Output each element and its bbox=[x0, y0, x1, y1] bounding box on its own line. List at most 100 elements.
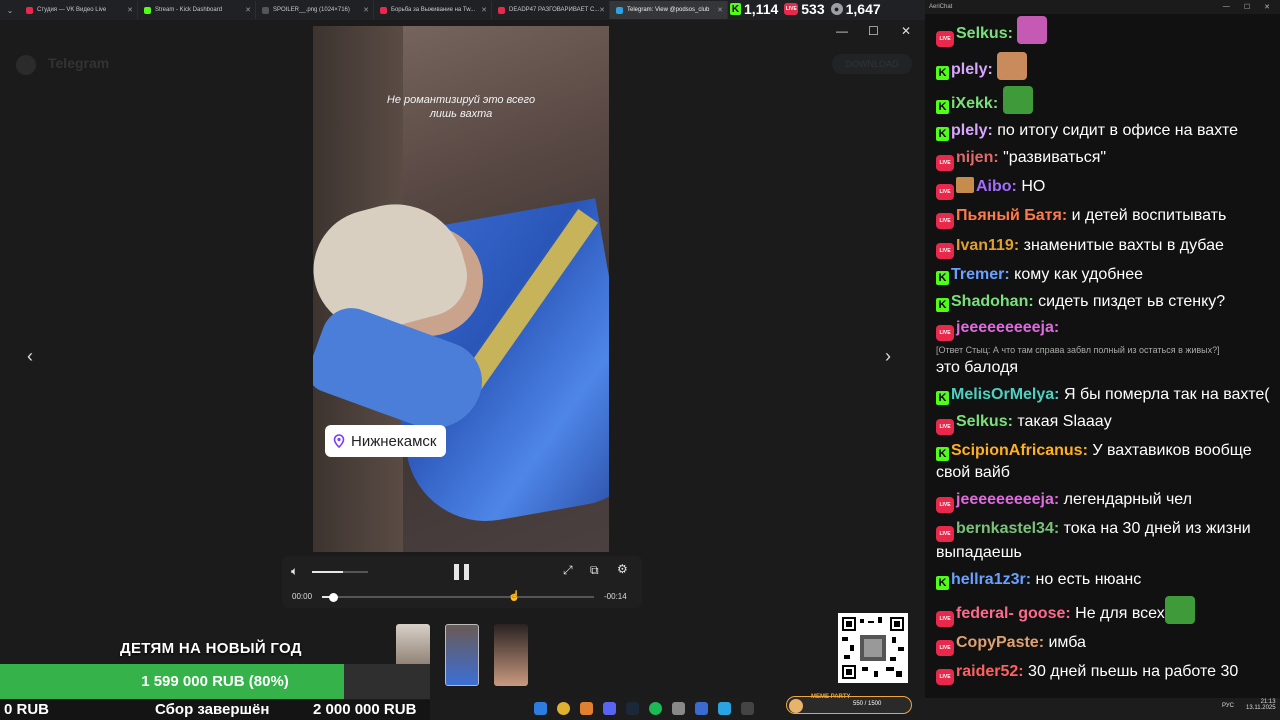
telegram-taskbar-icon[interactable] bbox=[718, 702, 731, 715]
browser-tab[interactable]: Студия — VK Видео Live ✕ bbox=[20, 1, 138, 19]
pause-button[interactable] bbox=[454, 564, 470, 580]
app-icon[interactable] bbox=[741, 702, 754, 715]
chat-username[interactable]: CopyPaste bbox=[956, 634, 1039, 651]
chat-username[interactable]: plely bbox=[951, 122, 987, 139]
browser-tab[interactable]: Борьба за Выживание на Tw... ✕ bbox=[374, 1, 492, 19]
kick-badge-icon: K bbox=[936, 100, 949, 115]
previous-media-arrow-icon[interactable]: ‹ bbox=[27, 346, 33, 367]
kick-viewers: K 1,114 bbox=[730, 1, 778, 17]
tab-title: Борьба за Выживание на Tw... bbox=[391, 7, 476, 13]
chrome-icon[interactable] bbox=[557, 702, 570, 715]
seek-handle[interactable] bbox=[328, 593, 338, 602]
chat-username[interactable]: ScipionAfricanus bbox=[951, 442, 1083, 459]
tab-search-icon[interactable]: ⌄ bbox=[0, 6, 20, 15]
vk-viewer-count: 533 bbox=[801, 1, 825, 17]
app-icon[interactable] bbox=[672, 702, 685, 715]
chat-username[interactable]: bernkastel34 bbox=[956, 520, 1054, 537]
steam-icon[interactable] bbox=[626, 702, 639, 715]
volume-slider[interactable] bbox=[312, 571, 368, 573]
chat-message-text: знаменитые вахты в дубае bbox=[1023, 236, 1224, 254]
chat-emote bbox=[1002, 86, 1033, 115]
location-name: Нижнекамск bbox=[351, 432, 437, 450]
kick-viewer-count: 1,114 bbox=[744, 1, 779, 17]
browser-tab[interactable]: Stream - Kick Dashboard ✕ bbox=[138, 1, 256, 19]
chat-message: K MelisOrMelya: Я бы померла так на вахте… bbox=[936, 384, 1270, 406]
chat-username[interactable]: Ivan119 bbox=[956, 237, 1014, 254]
chat-username[interactable]: raider52 bbox=[956, 663, 1018, 680]
close-icon[interactable]: ✕ bbox=[901, 24, 911, 38]
media-thumbnail[interactable] bbox=[494, 624, 528, 686]
settings-gear-icon[interactable]: ⚙ bbox=[617, 562, 628, 576]
chat-username[interactable]: Aibo bbox=[976, 178, 1012, 195]
tab-favicon-icon bbox=[26, 6, 33, 14]
windows-start-icon[interactable] bbox=[534, 702, 547, 715]
tab-close-icon[interactable]: ✕ bbox=[599, 6, 605, 14]
browser-tab[interactable]: SPOILER__.png (1024×716) ✕ bbox=[256, 1, 374, 19]
chat-emote bbox=[1017, 16, 1048, 44]
volume-icon[interactable]: 🔈︎ bbox=[291, 564, 298, 579]
clock[interactable]: 21:13 13.11.2025 bbox=[1246, 699, 1276, 711]
next-media-arrow-icon[interactable]: › bbox=[885, 346, 891, 367]
tab-favicon-icon bbox=[380, 6, 387, 14]
kick-icon: K bbox=[730, 3, 741, 15]
chat-username[interactable]: Пьяный Батя bbox=[956, 207, 1062, 224]
chat-username[interactable]: Tremer bbox=[951, 266, 1004, 283]
chat-username[interactable]: iXekk bbox=[951, 95, 993, 112]
meme-party-widget: MEME PARTY 550 / 1500 bbox=[786, 694, 912, 714]
language-indicator[interactable]: РУС bbox=[1222, 703, 1234, 709]
vk-live-badge-icon: LIVE bbox=[936, 31, 954, 47]
discord-icon[interactable] bbox=[603, 702, 616, 715]
chat-message: LIVE Selkus: bbox=[936, 16, 1270, 47]
tab-title: DEADP47 РАЗГОВАРИВАЕТ С... bbox=[509, 7, 600, 13]
chat-message-text: это балодя bbox=[936, 359, 1019, 377]
chat-username[interactable]: MelisOrMelya bbox=[951, 386, 1054, 403]
tab-close-icon[interactable]: ✕ bbox=[127, 6, 133, 14]
video-frame[interactable]: Не романтизируй это всего лишь вахта Ниж… bbox=[313, 26, 609, 552]
browser-tab[interactable]: Telegram: View @podsos_club ✕ bbox=[610, 1, 728, 19]
tab-close-icon[interactable]: ✕ bbox=[363, 6, 369, 14]
minimize-icon[interactable]: — bbox=[1223, 3, 1230, 11]
chat-username[interactable]: hellra1z3r bbox=[951, 571, 1026, 588]
minimize-icon[interactable]: — bbox=[836, 24, 848, 38]
video-player-controls: 🔈︎ ⤢ ⧉ ⚙ 00:00 -00:14 ☝ bbox=[282, 556, 642, 608]
viewer-stats: K 1,114 LIVE 533 ● 1,647 bbox=[730, 0, 881, 18]
seek-bar[interactable] bbox=[322, 593, 594, 602]
chat-message-text: кому как удобнее bbox=[1014, 265, 1144, 283]
tab-close-icon[interactable]: ✕ bbox=[245, 6, 251, 14]
vk-live-badge-icon: LIVE bbox=[936, 669, 954, 686]
vk-live-badge-icon: LIVE bbox=[936, 213, 954, 230]
telegram-logo-icon bbox=[16, 55, 36, 75]
fullscreen-icon[interactable]: ⤢ bbox=[563, 563, 573, 578]
chat-username[interactable]: jeeeeeeeeeja bbox=[956, 491, 1054, 508]
picture-in-picture-icon[interactable]: ⧉ bbox=[590, 563, 599, 578]
tab-title: Студия — VK Видео Live bbox=[37, 7, 107, 13]
chat-username[interactable]: Shadohan bbox=[951, 293, 1028, 310]
remaining-time: -00:14 bbox=[604, 592, 627, 601]
chat-username[interactable]: plely bbox=[951, 61, 987, 78]
folder-icon[interactable] bbox=[580, 702, 593, 715]
chat-message: Khellra1z3r: но есть нюанс bbox=[936, 569, 1270, 591]
chat-username[interactable]: nijen bbox=[956, 149, 993, 166]
screen: ⌄ Студия — VK Видео Live ✕ Stream - Kick D… bbox=[0, 0, 1280, 720]
maximize-icon[interactable]: ☐ bbox=[868, 24, 879, 38]
obs-icon[interactable] bbox=[695, 702, 708, 715]
chat-reply-quote: [Ответ Стыц: А что там справа забвл полн… bbox=[936, 345, 1220, 356]
tab-close-icon[interactable]: ✕ bbox=[717, 6, 723, 14]
browser-tab[interactable]: DEADP47 РАЗГОВАРИВАЕТ С... ✕ bbox=[492, 1, 610, 19]
spotify-icon[interactable] bbox=[649, 702, 662, 715]
maximize-icon[interactable]: ☐ bbox=[1244, 3, 1250, 11]
chat-message: LIVE Пьяный Батя: и детей воспитывать bbox=[936, 205, 1270, 230]
media-thumbnail-current[interactable] bbox=[445, 624, 479, 686]
close-icon[interactable]: ✕ bbox=[1264, 3, 1270, 11]
chat-username[interactable]: jeeeeeeeeeja bbox=[956, 319, 1054, 336]
dog-icon bbox=[789, 699, 803, 713]
total-viewers: ● 1,647 bbox=[830, 1, 881, 17]
vk-live-badge-icon: LIVE bbox=[936, 325, 954, 342]
chat-message: LIVE Aibo: НО bbox=[936, 176, 1270, 200]
vk-live-badge-icon: LIVE bbox=[936, 183, 954, 200]
download-button[interactable]: DOWNLOAD bbox=[832, 54, 912, 74]
chat-username[interactable]: federal- goose bbox=[956, 605, 1065, 622]
chat-username[interactable]: Selkus bbox=[956, 413, 1008, 430]
chat-username[interactable]: Selkus bbox=[956, 25, 1008, 42]
tab-close-icon[interactable]: ✕ bbox=[481, 6, 487, 14]
